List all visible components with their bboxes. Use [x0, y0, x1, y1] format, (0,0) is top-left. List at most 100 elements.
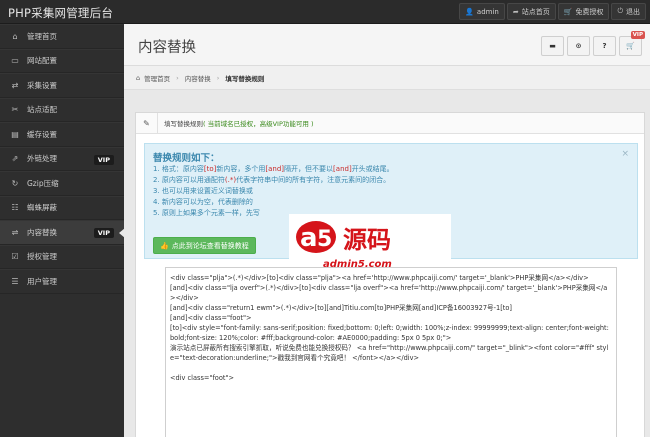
free-license-label: 免费授权 — [575, 7, 604, 16]
help-icon: ? — [602, 42, 607, 50]
sidebar-item-label: 外链处理 — [27, 154, 57, 164]
panel-title: 填写替换规则 — [164, 120, 203, 128]
sidebar-item-dashboard[interactable]: ⌂ 管理首页 — [0, 24, 124, 49]
sidebar: ⌂ 管理首页 ▭ 网站配置 ⇄ 采集设置 ✂ 站点适配 ▤ 缓存设置 ⇗ 外链处… — [0, 24, 125, 437]
breadcrumb-separator: › — [216, 73, 220, 82]
sidebar-item-links[interactable]: ⇗ 外链处理 VIP — [0, 146, 124, 171]
sidebar-item-gzip[interactable]: ↻ Gzip压缩 — [0, 171, 124, 196]
thumbs-up-icon: 👍 — [160, 241, 169, 250]
code-line: [and]<div class="return1 ewm">(.*)</div>… — [170, 304, 512, 312]
logout-label: 退出 — [626, 7, 640, 16]
sidebar-item-site-config[interactable]: ▭ 网站配置 — [0, 48, 124, 73]
sidebar-item-label: 授权管理 — [27, 252, 57, 262]
watermark-cn: 源码 — [343, 226, 391, 254]
replace-icon: ⇌ — [11, 227, 19, 237]
sidebar-item-label: 内容替换 — [27, 227, 57, 237]
tutorial-button[interactable]: 👍 点此到论坛查看替换教程 — [153, 237, 256, 254]
messages-button[interactable]: ▬ — [541, 36, 564, 56]
gzip-icon: ↻ — [11, 178, 19, 188]
panel-note: ( 当前域名已授权，高级VIP功能可用 ) — [203, 120, 314, 128]
sidebar-item-replace[interactable]: ⇌ 内容替换 VIP — [0, 220, 125, 245]
rule-item: 1. 格式：原内容[to]新内容，多个用[and]隔开，但不要以[and]开头或… — [153, 165, 394, 173]
sidebar-item-collect[interactable]: ⇄ 采集设置 — [0, 73, 124, 98]
code-line: <div class="foot"> — [170, 374, 234, 382]
rule-panel: ✎ 填写替换规则 ( 当前域名已授权，高级VIP功能可用 ) 替换规则如下： ×… — [135, 112, 645, 437]
sidebar-item-users[interactable]: ☰ 用户管理 — [0, 269, 124, 294]
collect-icon: ⇄ — [11, 80, 19, 90]
breadcrumb-current: 填写替换规则 — [225, 74, 265, 83]
help-button[interactable]: ? — [593, 36, 616, 56]
tutorial-button-label: 点此到论坛查看替换教程 — [171, 241, 249, 250]
vip-badge: VIP — [630, 31, 645, 39]
code-line: [and]<div class="lja overf">(.*)</div>[t… — [170, 284, 608, 302]
breadcrumb-home[interactable]: 管理首页 — [144, 73, 170, 83]
spider-icon: ☷ — [11, 203, 19, 213]
close-icon[interactable]: × — [621, 149, 629, 159]
share-icon: ➦ — [512, 7, 519, 16]
free-license-button[interactable]: 🛒 免费授权 — [557, 3, 610, 20]
header-buttons: ▬ ⊙ ? 🛒 VIP — [538, 31, 645, 56]
message-icon: ▬ — [549, 42, 556, 50]
sidebar-item-label: 站点适配 — [27, 105, 57, 115]
link-icon: ⇗ — [11, 154, 19, 164]
panel-header: ✎ 填写替换规则 ( 当前域名已授权，高级VIP功能可用 ) — [136, 112, 644, 134]
cart-button[interactable]: 🛒 VIP — [619, 31, 645, 56]
page-header: 内容替换 ▬ ⊙ ? 🛒 VIP — [124, 24, 650, 66]
cache-icon: ▤ — [11, 129, 19, 139]
target-icon: ⊙ — [575, 42, 582, 50]
breadcrumb-separator: › — [176, 73, 179, 82]
sidebar-item-license[interactable]: ☑ 授权管理 — [0, 244, 124, 269]
code-line: [to]<div style="font-family: sans-serif;… — [170, 324, 611, 342]
code-line: 演示站点已屏蔽所有搜索引擎抓取，听说免费也能兑换授权码？ <a href="ht… — [170, 344, 609, 362]
breadcrumb: ⌂ 管理首页 › 内容替换 › 填写替换规则 — [124, 66, 650, 90]
adapt-icon: ✂ — [11, 105, 19, 115]
top-bar: PHP采集网管理后台 👤 admin ➦ 站点首页 🛒 免费授权 ⏻ 退出 — [0, 0, 650, 24]
user-button[interactable]: 👤 admin — [459, 3, 505, 20]
site-home-button[interactable]: ➦ 站点首页 — [506, 3, 556, 20]
code-line: [and]<div class="foot"> — [170, 314, 252, 322]
home-icon: ⌂ — [12, 31, 18, 41]
code-line: <div class="plja">(.*)</div>[to]<div cla… — [170, 274, 589, 282]
license-icon: ☑ — [11, 252, 19, 262]
rules-list: 1. 格式：原内容[to]新内容，多个用[and]隔开，但不要以[and]开头或… — [153, 164, 394, 219]
rule-item: 4. 新内容可以为空，代表删除的 — [153, 198, 253, 206]
home-icon: ⌂ — [136, 73, 141, 82]
alert-title: 替换规则如下： — [153, 153, 220, 164]
sidebar-item-label: 网站配置 — [27, 56, 57, 66]
a5-logo-icon: a 5 — [296, 221, 336, 253]
config-icon: ▭ — [11, 56, 19, 66]
settings-button[interactable]: ⊙ — [567, 36, 590, 56]
rules-textarea[interactable]: <div class="plja">(.*)</div>[to]<div cla… — [165, 267, 617, 437]
sidebar-item-label: 采集设置 — [27, 80, 57, 90]
sidebar-item-cache[interactable]: ▤ 缓存设置 — [0, 122, 124, 147]
sidebar-item-adapt[interactable]: ✂ 站点适配 — [0, 97, 124, 122]
rule-item: 2. 原内容可以用通配符(.*)代表字符串中间的所有字符，注意元素间的闭合。 — [153, 176, 391, 184]
pencil-icon: ✎ — [136, 112, 158, 134]
breadcrumb-section[interactable]: 内容替换 — [185, 73, 211, 83]
top-actions: 👤 admin ➦ 站点首页 🛒 免费授权 ⏻ 退出 — [457, 3, 646, 20]
sidebar-item-spider[interactable]: ☷ 蜘蛛屏蔽 — [0, 195, 124, 220]
cart-icon: 🛒 — [626, 42, 635, 50]
sidebar-item-label: 管理首页 — [27, 31, 57, 41]
sidebar-item-label: 蜘蛛屏蔽 — [27, 203, 57, 213]
sidebar-item-label: 用户管理 — [27, 276, 57, 286]
user-label: admin — [476, 7, 499, 16]
svg-text:a: a — [300, 223, 318, 253]
logout-icon: ⏻ — [617, 7, 623, 15]
users-icon: ☰ — [11, 276, 19, 286]
sidebar-item-label: Gzip压缩 — [27, 178, 59, 188]
main-content: 内容替换 ▬ ⊙ ? 🛒 VIP ⌂ 管理首页 › 内容替换 › 填写替换规则 … — [124, 24, 650, 437]
cart-icon: 🛒 — [563, 7, 573, 16]
brand-title: PHP采集网管理后台 — [8, 6, 114, 20]
sidebar-item-label: 缓存设置 — [27, 129, 57, 139]
svg-text:5: 5 — [317, 227, 332, 252]
rule-item: 3. 也可以用来设置近义词替换或 — [153, 187, 253, 195]
logout-button[interactable]: ⏻ 退出 — [611, 3, 646, 20]
site-home-label: 站点首页 — [521, 7, 550, 16]
user-icon: 👤 — [465, 7, 474, 16]
page-title: 内容替换 — [138, 40, 196, 56]
vip-badge: VIP — [93, 154, 114, 165]
vip-badge: VIP — [93, 228, 114, 238]
rules-alert: 替换规则如下： × 1. 格式：原内容[to]新内容，多个用[and]隔开，但不… — [144, 143, 638, 277]
